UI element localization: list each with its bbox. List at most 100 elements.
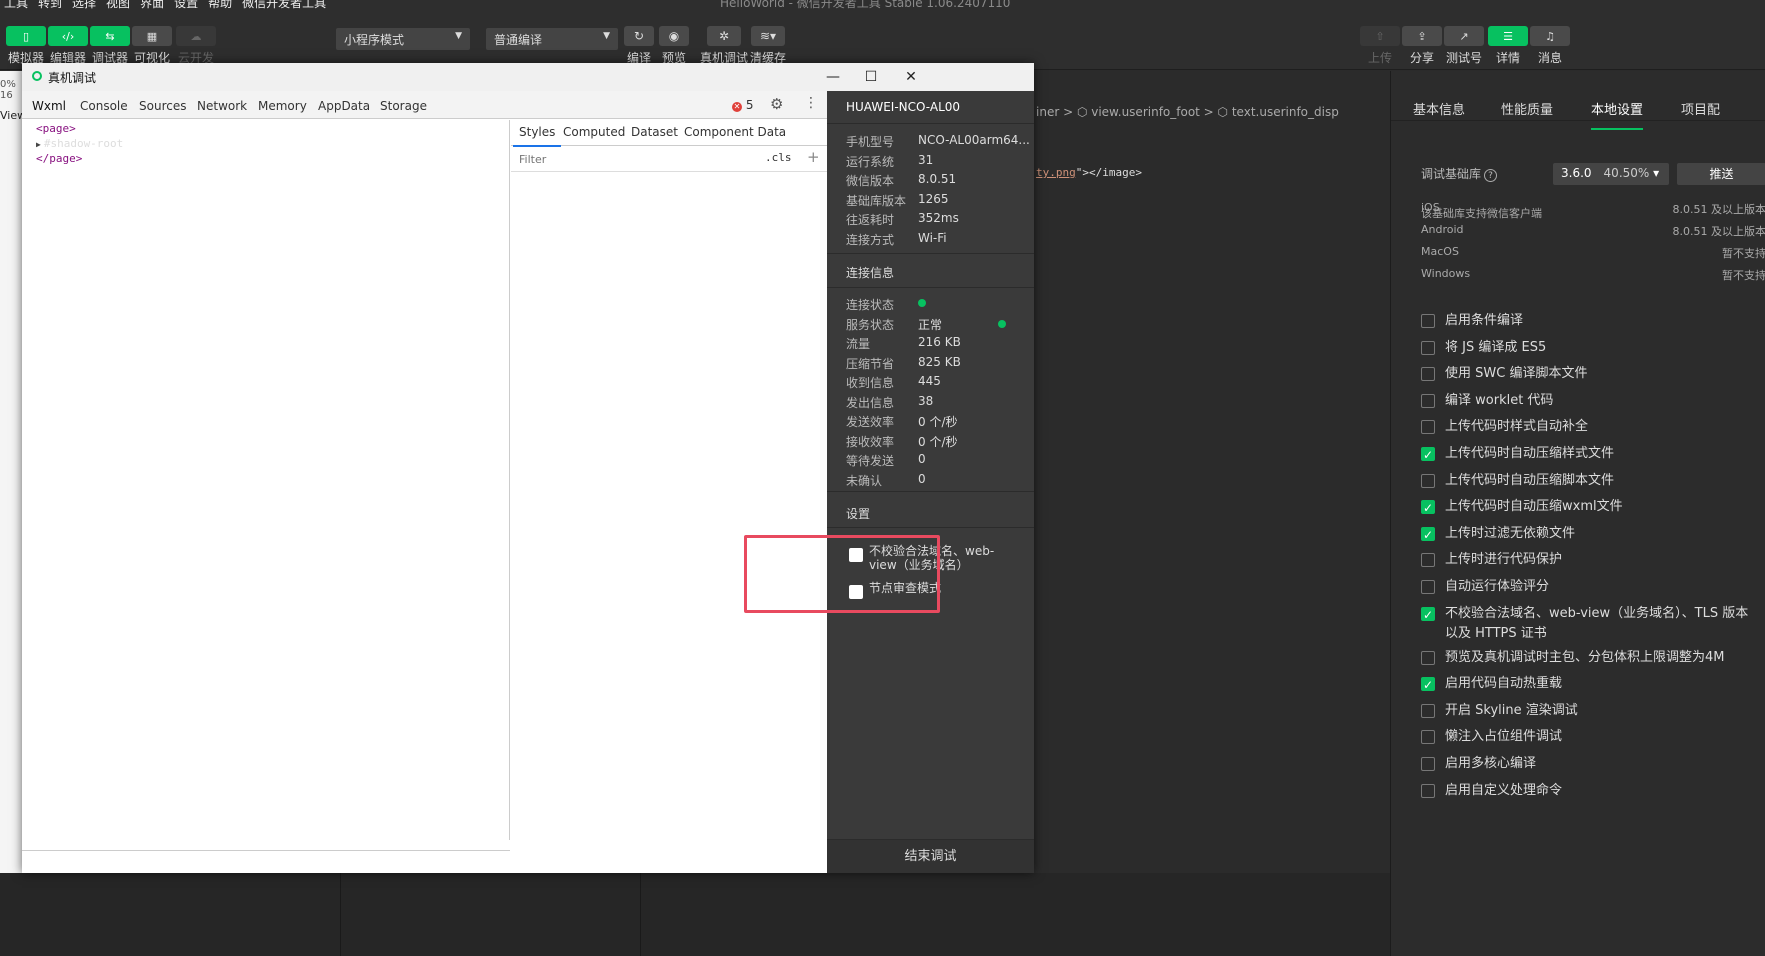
- messages-button[interactable]: ♫ 消息: [1530, 26, 1570, 66]
- more-vertical-icon[interactable]: ⋮: [804, 95, 818, 111]
- expand-triangle-icon[interactable]: ▶: [36, 140, 41, 149]
- option-checkbox[interactable]: [1421, 703, 1435, 718]
- tab-dataset[interactable]: Dataset: [631, 125, 678, 139]
- wxml-tree[interactable]: <page> ▶ #shadow-root </page>: [22, 120, 510, 840]
- error-badge[interactable]: ✕ 5: [732, 98, 753, 112]
- option-checkbox[interactable]: [1421, 525, 1435, 545]
- option-checkbox[interactable]: [1421, 675, 1435, 695]
- option-item[interactable]: 编译 worklet 代码: [1421, 391, 1751, 411]
- mode-select[interactable]: 小程序模式 ▼: [336, 28, 470, 50]
- simulator-button[interactable]: ▯ 模拟器: [6, 26, 46, 66]
- option-item[interactable]: 使用 SWC 编译脚本文件: [1421, 364, 1751, 384]
- help-icon[interactable]: ?: [1484, 169, 1498, 182]
- tab-performance[interactable]: 性能质量: [1501, 99, 1553, 118]
- option-checkbox[interactable]: [1421, 757, 1435, 771]
- window-titlebar[interactable]: 真机调试 — ☐ ✕: [22, 63, 1034, 91]
- preview-button[interactable]: ◉ 预览: [659, 26, 689, 66]
- option-checkbox[interactable]: [1421, 783, 1435, 798]
- option-checkbox[interactable]: [1421, 650, 1435, 665]
- dom-node-page-close[interactable]: </page>: [36, 152, 82, 165]
- dom-node-page[interactable]: <page>: [36, 122, 76, 135]
- option-checkbox[interactable]: [1421, 553, 1435, 568]
- filter-input[interactable]: [515, 149, 759, 169]
- menu-goto[interactable]: 转到: [38, 0, 62, 11]
- option-item[interactable]: 自动运行体验评分: [1421, 577, 1751, 597]
- breadcrumb[interactable]: iner > ⬡ view.userinfo_foot > ⬡ text.use…: [1036, 105, 1339, 119]
- option-checkbox[interactable]: [1421, 605, 1435, 625]
- option-checkbox[interactable]: [1421, 730, 1435, 745]
- info-label: 连接状态: [846, 298, 895, 312]
- cloud-button[interactable]: ☁ 云开发: [176, 26, 216, 66]
- option-item[interactable]: 不校验合法域名、web-view（业务域名）、TLS 版本以及 HTTPS 证书: [1421, 604, 1751, 644]
- menu-tools[interactable]: 工具: [4, 0, 28, 11]
- info-label: 微信版本: [846, 174, 895, 188]
- test-account-button[interactable]: ↗ 测试号: [1444, 26, 1484, 66]
- option-item[interactable]: 上传代码时自动压缩wxml文件: [1421, 497, 1751, 518]
- compile-button[interactable]: ↻ 编译: [624, 26, 654, 66]
- tab-project-config[interactable]: 项目配: [1681, 99, 1720, 118]
- option-item[interactable]: 将 JS 编译成 ES5: [1421, 338, 1751, 358]
- share-button[interactable]: ⇪ 分享: [1402, 26, 1442, 66]
- upload-button[interactable]: ⇧ 上传: [1360, 26, 1400, 66]
- option-item[interactable]: 开启 Skyline 渲染调试: [1421, 701, 1751, 721]
- option-checkbox[interactable]: [1421, 340, 1435, 355]
- visual-button[interactable]: ▦ 可视化: [132, 26, 172, 66]
- add-rule-icon[interactable]: +: [807, 148, 820, 166]
- menu-help[interactable]: 帮助: [208, 0, 232, 11]
- tab-wxml[interactable]: Wxml: [26, 99, 72, 122]
- tab-network[interactable]: Network: [197, 99, 247, 113]
- details-button[interactable]: ☰ 详情: [1488, 26, 1528, 66]
- option-item[interactable]: 启用多核心编译: [1421, 754, 1751, 774]
- option-checkbox[interactable]: [1421, 580, 1435, 594]
- minimize-icon[interactable]: —: [822, 66, 844, 88]
- push-button[interactable]: 推送: [1677, 163, 1765, 185]
- menu-view[interactable]: 视图: [106, 0, 130, 11]
- option-checkbox[interactable]: [1421, 367, 1435, 382]
- tab-console[interactable]: Console: [80, 99, 128, 113]
- option-checkbox[interactable]: [1421, 473, 1435, 488]
- tab-component-data[interactable]: Component Data: [684, 125, 786, 139]
- tab-styles[interactable]: Styles: [512, 125, 562, 147]
- maximize-icon[interactable]: ☐: [860, 66, 882, 88]
- dom-node-shadow-root[interactable]: ▶ #shadow-root: [36, 137, 123, 150]
- option-checkbox[interactable]: [1421, 445, 1435, 465]
- debugger-button[interactable]: ⇆ 调试器: [90, 26, 130, 66]
- cls-toggle[interactable]: .cls: [765, 151, 792, 164]
- real-debug-button[interactable]: ✲ 真机调试: [700, 26, 748, 66]
- tab-local-settings[interactable]: 本地设置: [1591, 99, 1644, 130]
- option-item[interactable]: 上传时过滤无依赖文件: [1421, 524, 1751, 545]
- code-editor[interactable]: iner > ⬡ view.userinfo_foot > ⬡ text.use…: [1036, 71, 1386, 873]
- compile-select[interactable]: 普通编译 ▼: [486, 28, 618, 50]
- option-item[interactable]: 启用代码自动热重载: [1421, 674, 1751, 695]
- menu-select[interactable]: 选择: [72, 0, 96, 11]
- option-item[interactable]: 上传代码时自动压缩脚本文件: [1421, 471, 1751, 491]
- option-checkbox[interactable]: [1421, 314, 1435, 328]
- option-item[interactable]: 上传时进行代码保护: [1421, 550, 1751, 570]
- tab-basic-info[interactable]: 基本信息: [1413, 99, 1465, 118]
- code-line[interactable]: ty.png"></image>: [1036, 166, 1142, 179]
- tab-sources[interactable]: Sources: [139, 99, 186, 113]
- option-checkbox[interactable]: [1421, 498, 1435, 518]
- menu-wechat-devtools[interactable]: 微信开发者工具: [242, 0, 326, 11]
- option-checkbox[interactable]: [1421, 420, 1435, 435]
- option-item[interactable]: 预览及真机调试时主包、分包体积上限调整为4M: [1421, 648, 1751, 668]
- option-item[interactable]: 启用条件编译: [1421, 311, 1751, 331]
- menu-interface[interactable]: 界面: [140, 0, 164, 11]
- end-debug-button[interactable]: 结束调试: [827, 839, 1034, 873]
- option-item[interactable]: 上传代码时自动压缩样式文件: [1421, 444, 1751, 465]
- tab-memory[interactable]: Memory: [258, 99, 307, 113]
- close-icon[interactable]: ✕: [900, 66, 922, 88]
- option-item[interactable]: 上传代码时样式自动补全: [1421, 417, 1751, 437]
- option-checkbox[interactable]: [1421, 393, 1435, 408]
- editor-button[interactable]: ‹/› 编辑器: [48, 26, 88, 66]
- devtools-tabs: Wxml Console Sources Network Memory AppD…: [22, 91, 827, 122]
- tab-computed[interactable]: Computed: [563, 125, 625, 139]
- lib-version-select[interactable]: 3.6.0 40.50% ▾: [1553, 163, 1669, 185]
- tab-storage[interactable]: Storage: [380, 99, 427, 113]
- clear-cache-button[interactable]: ≋▾ 清缓存: [750, 26, 786, 66]
- menu-settings[interactable]: 设置: [174, 0, 198, 11]
- gear-icon[interactable]: ⚙: [770, 95, 783, 113]
- option-item[interactable]: 懒注入占位组件调试: [1421, 727, 1751, 747]
- option-item[interactable]: 启用自定义处理命令: [1421, 781, 1751, 801]
- tab-appdata[interactable]: AppData: [318, 99, 370, 113]
